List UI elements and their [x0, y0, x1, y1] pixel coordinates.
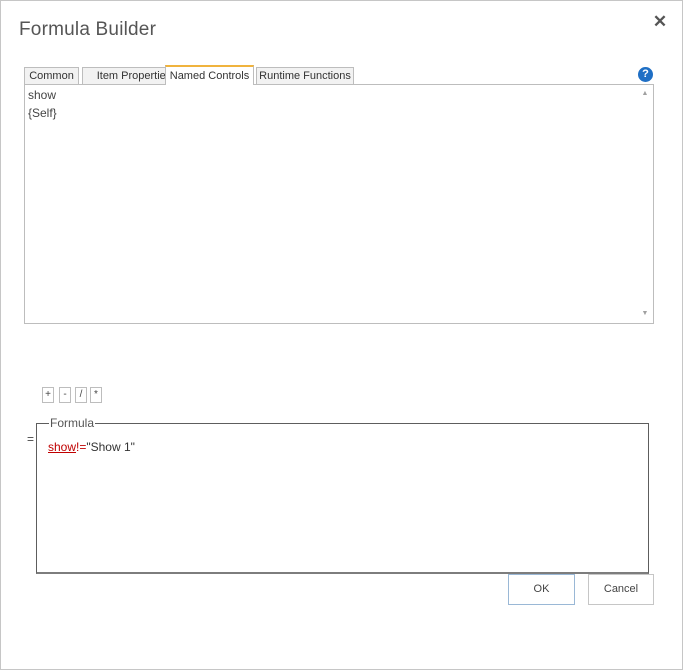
close-icon[interactable]: ✕ [651, 13, 669, 31]
named-controls-list[interactable]: show {Self} ▲ ▼ [24, 84, 654, 324]
tab-named-controls[interactable]: Named Controls [165, 65, 254, 85]
help-icon[interactable]: ? [638, 67, 653, 82]
chevron-down-icon[interactable]: ▼ [639, 309, 651, 319]
formula-operator-token: != [76, 440, 87, 454]
formula-reference-token[interactable]: show [48, 440, 76, 454]
equals-label: = [27, 432, 35, 446]
multiply-button[interactable]: * [90, 387, 102, 403]
formula-value-token: "Show 1" [86, 440, 135, 454]
ok-button[interactable]: OK [508, 574, 575, 605]
chevron-up-icon[interactable]: ▲ [639, 89, 651, 99]
formula-text[interactable]: show!="Show 1" [48, 440, 135, 454]
formula-editor[interactable]: Formula show!="Show 1" [36, 416, 649, 574]
formula-builder-dialog: Formula Builder ✕ Common Item Properties… [0, 0, 683, 670]
plus-button[interactable]: + [42, 387, 54, 403]
minus-button[interactable]: - [59, 387, 71, 403]
tab-common[interactable]: Common [24, 67, 79, 84]
dialog-title: Formula Builder [19, 19, 157, 40]
divide-button[interactable]: / [75, 387, 87, 403]
list-item[interactable]: show [28, 88, 56, 102]
formula-legend: Formula [49, 416, 96, 430]
list-item[interactable]: {Self} [28, 106, 57, 120]
tab-runtime-functions[interactable]: Runtime Functions [256, 67, 354, 84]
cancel-button[interactable]: Cancel [588, 574, 654, 605]
